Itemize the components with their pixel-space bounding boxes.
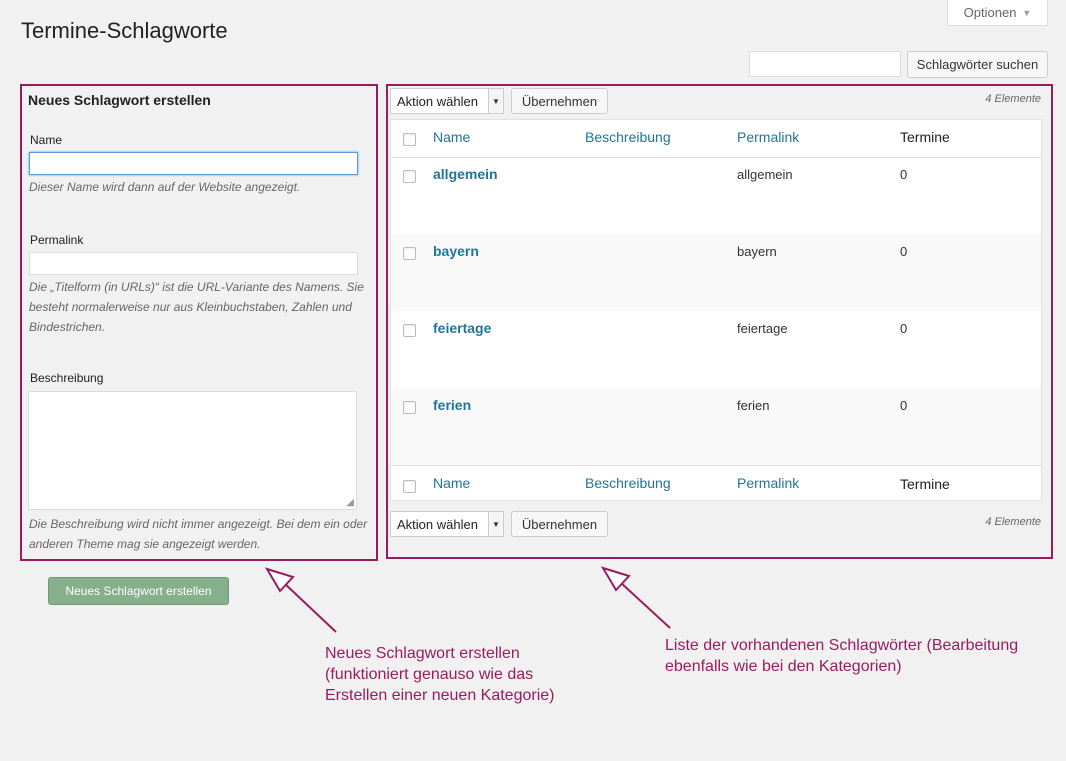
arrow-icon-right (600, 566, 671, 629)
annotation-callout-form: Neues Schlagwort erstellen (funktioniert… (325, 645, 555, 704)
annotation-callout-table: Liste der vorhandenen Schlagwörter (Bear… (665, 637, 1019, 675)
arrow-icon-left (264, 567, 337, 633)
